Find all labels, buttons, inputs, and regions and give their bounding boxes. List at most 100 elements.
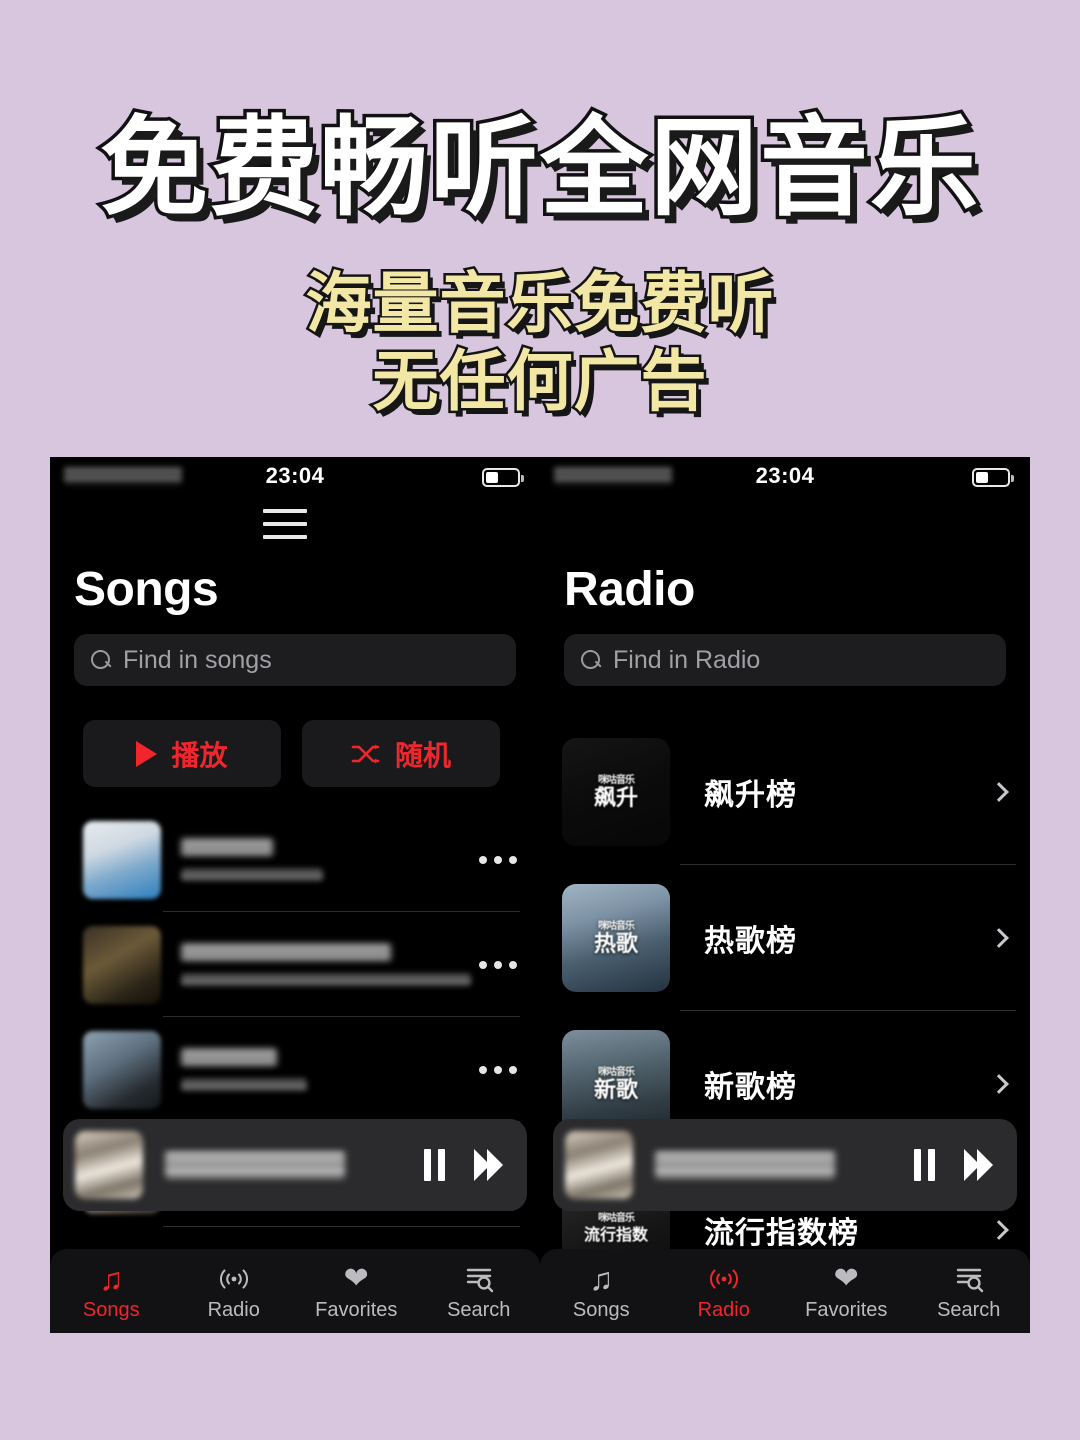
album-art <box>83 820 161 899</box>
menu-hamburger-icon[interactable] <box>263 509 307 539</box>
list-search-icon <box>418 1261 541 1297</box>
status-time: 23:04 <box>755 463 815 488</box>
song-artist-redacted <box>181 973 471 986</box>
thumbnail-title: 飙升 <box>593 784 638 810</box>
battery-icon <box>972 468 1014 487</box>
thumbnail-badge: 咪咕音乐 流行指数 <box>584 1213 648 1248</box>
thumbnail-brand: 咪咕音乐 <box>597 1212 635 1224</box>
chevron-right-icon <box>989 1220 1009 1240</box>
thumbnail-brand: 咪咕音乐 <box>597 774 635 786</box>
heart-icon: ❤ <box>833 1261 859 1295</box>
search-input-radio[interactable]: Find in Radio <box>564 634 1006 686</box>
pause-icon[interactable] <box>424 1149 446 1181</box>
song-row[interactable] <box>50 807 540 912</box>
more-horizontal-icon[interactable] <box>479 855 517 864</box>
song-row[interactable] <box>50 1017 540 1122</box>
broadcast-icon <box>173 1261 296 1297</box>
tab-search[interactable]: Search <box>908 1261 1031 1322</box>
action-buttons: 播放 随机 <box>83 720 500 787</box>
pause-icon[interactable] <box>914 1149 936 1181</box>
song-title-redacted <box>181 1048 277 1066</box>
mini-player-controls <box>424 1149 503 1181</box>
page-title-songs: Songs <box>74 563 219 616</box>
chevron-right-icon <box>989 928 1009 948</box>
search-input-songs[interactable]: Find in songs <box>74 634 516 686</box>
mini-player[interactable] <box>63 1119 527 1211</box>
song-artist-redacted <box>181 1078 307 1091</box>
thumbnail-title: 热歌 <box>593 930 638 956</box>
thumbnail-brand: 咪咕音乐 <box>597 1066 635 1078</box>
thumbnail-title: 新歌 <box>593 1076 638 1102</box>
tab-label: Radio <box>697 1298 750 1321</box>
status-bar-left: 23:04 <box>50 457 540 499</box>
play-icon <box>136 740 158 767</box>
phone-screenshot-composite: 23:04 Songs Find in songs 播放 随机 ♫ Songs … <box>50 457 1030 1333</box>
tab-favorites[interactable]: ❤ Favorites <box>785 1261 908 1322</box>
search-placeholder: Find in Radio <box>613 645 761 674</box>
radio-label: 热歌榜 <box>704 925 797 958</box>
list-search-icon <box>908 1261 1031 1297</box>
radio-screen: 23:04 Radio Find in Radio 咪咕音乐 飙升 飙升榜 咪咕… <box>540 457 1030 1333</box>
song-title-redacted <box>181 838 273 856</box>
broadcast-icon <box>663 1261 786 1297</box>
album-art <box>83 1030 161 1109</box>
songs-screen: 23:04 Songs Find in songs 播放 随机 ♫ Songs … <box>50 457 540 1333</box>
radio-thumbnail: 咪咕音乐 飙升 <box>562 738 670 846</box>
mini-player[interactable] <box>553 1119 1017 1211</box>
thumbnail-badge: 咪咕音乐 飙升 <box>594 775 638 810</box>
play-button-label: 播放 <box>171 739 228 771</box>
radio-row[interactable]: 咪咕音乐 飙升 飙升榜 <box>540 719 1030 865</box>
radio-row[interactable]: 咪咕音乐 热歌 热歌榜 <box>540 865 1030 1011</box>
search-icon <box>90 649 112 671</box>
search-icon <box>580 649 602 671</box>
play-button[interactable]: 播放 <box>83 720 281 787</box>
tab-songs[interactable]: ♫ Songs <box>540 1261 663 1322</box>
song-artist-redacted <box>181 868 323 881</box>
mini-player-artwork <box>75 1131 143 1199</box>
poster-subheadline-line2: 无任何广告 <box>370 342 709 421</box>
tab-favorites[interactable]: ❤ Favorites <box>295 1261 418 1322</box>
tab-radio[interactable]: Radio <box>663 1261 786 1322</box>
mini-player-title-redacted <box>165 1152 345 1178</box>
poster-subheadline: 海量音乐免费听 无任何广告 <box>0 264 1080 421</box>
radio-label: 流行指数榜 <box>704 1217 859 1250</box>
tab-label: Radio <box>207 1298 260 1321</box>
music-note-icon: ♫ <box>589 1260 614 1297</box>
tab-bar-left: ♫ Songs Radio ❤ Favorites Search <box>50 1249 540 1333</box>
radio-list: 咪咕音乐 飙升 飙升榜 咪咕音乐 热歌 热歌榜 咪咕音乐 新歌 新歌榜 咪咕音乐… <box>540 719 1030 1303</box>
music-note-icon: ♫ <box>99 1260 124 1297</box>
search-placeholder: Find in songs <box>123 645 272 674</box>
thumbnail-brand: 咪咕音乐 <box>597 920 635 932</box>
radio-thumbnail: 咪咕音乐 热歌 <box>562 884 670 992</box>
heart-icon: ❤ <box>343 1261 369 1295</box>
battery-icon <box>482 468 524 487</box>
tab-bar-right: ♫ Songs Radio ❤ Favorites Search <box>540 1249 1030 1333</box>
thumbnail-badge: 咪咕音乐 新歌 <box>594 1067 638 1102</box>
album-art <box>83 925 161 1004</box>
thumbnail-title: 流行指数 <box>583 1226 648 1244</box>
song-row[interactable] <box>50 912 540 1017</box>
tab-radio[interactable]: Radio <box>173 1261 296 1322</box>
shuffle-button[interactable]: 随机 <box>302 720 500 787</box>
tab-label: Songs <box>82 1298 140 1321</box>
more-horizontal-icon[interactable] <box>479 1065 517 1074</box>
chevron-right-icon <box>989 782 1009 802</box>
tab-label: Search <box>937 1298 1001 1321</box>
tab-label: Favorites <box>315 1298 398 1321</box>
tab-label: Favorites <box>805 1298 888 1321</box>
fast-forward-icon[interactable] <box>964 1149 993 1181</box>
radio-label: 新歌榜 <box>704 1071 797 1104</box>
shuffle-button-label: 随机 <box>394 739 451 771</box>
fast-forward-icon[interactable] <box>474 1149 503 1181</box>
thumbnail-badge: 咪咕音乐 热歌 <box>594 921 638 956</box>
tab-songs[interactable]: ♫ Songs <box>50 1261 173 1322</box>
tab-label: Songs <box>572 1298 630 1321</box>
mini-player-artwork <box>565 1131 633 1199</box>
tab-label: Search <box>447 1298 511 1321</box>
more-horizontal-icon[interactable] <box>479 960 517 969</box>
radio-label: 飙升榜 <box>704 779 797 812</box>
poster-subheadline-line1: 海量音乐免费听 <box>303 264 776 343</box>
tab-search[interactable]: Search <box>418 1261 541 1322</box>
poster-canvas: 免费畅听全网音乐 海量音乐免费听 无任何广告 23:04 Songs Find … <box>0 0 1080 1440</box>
song-title-redacted <box>181 943 391 961</box>
